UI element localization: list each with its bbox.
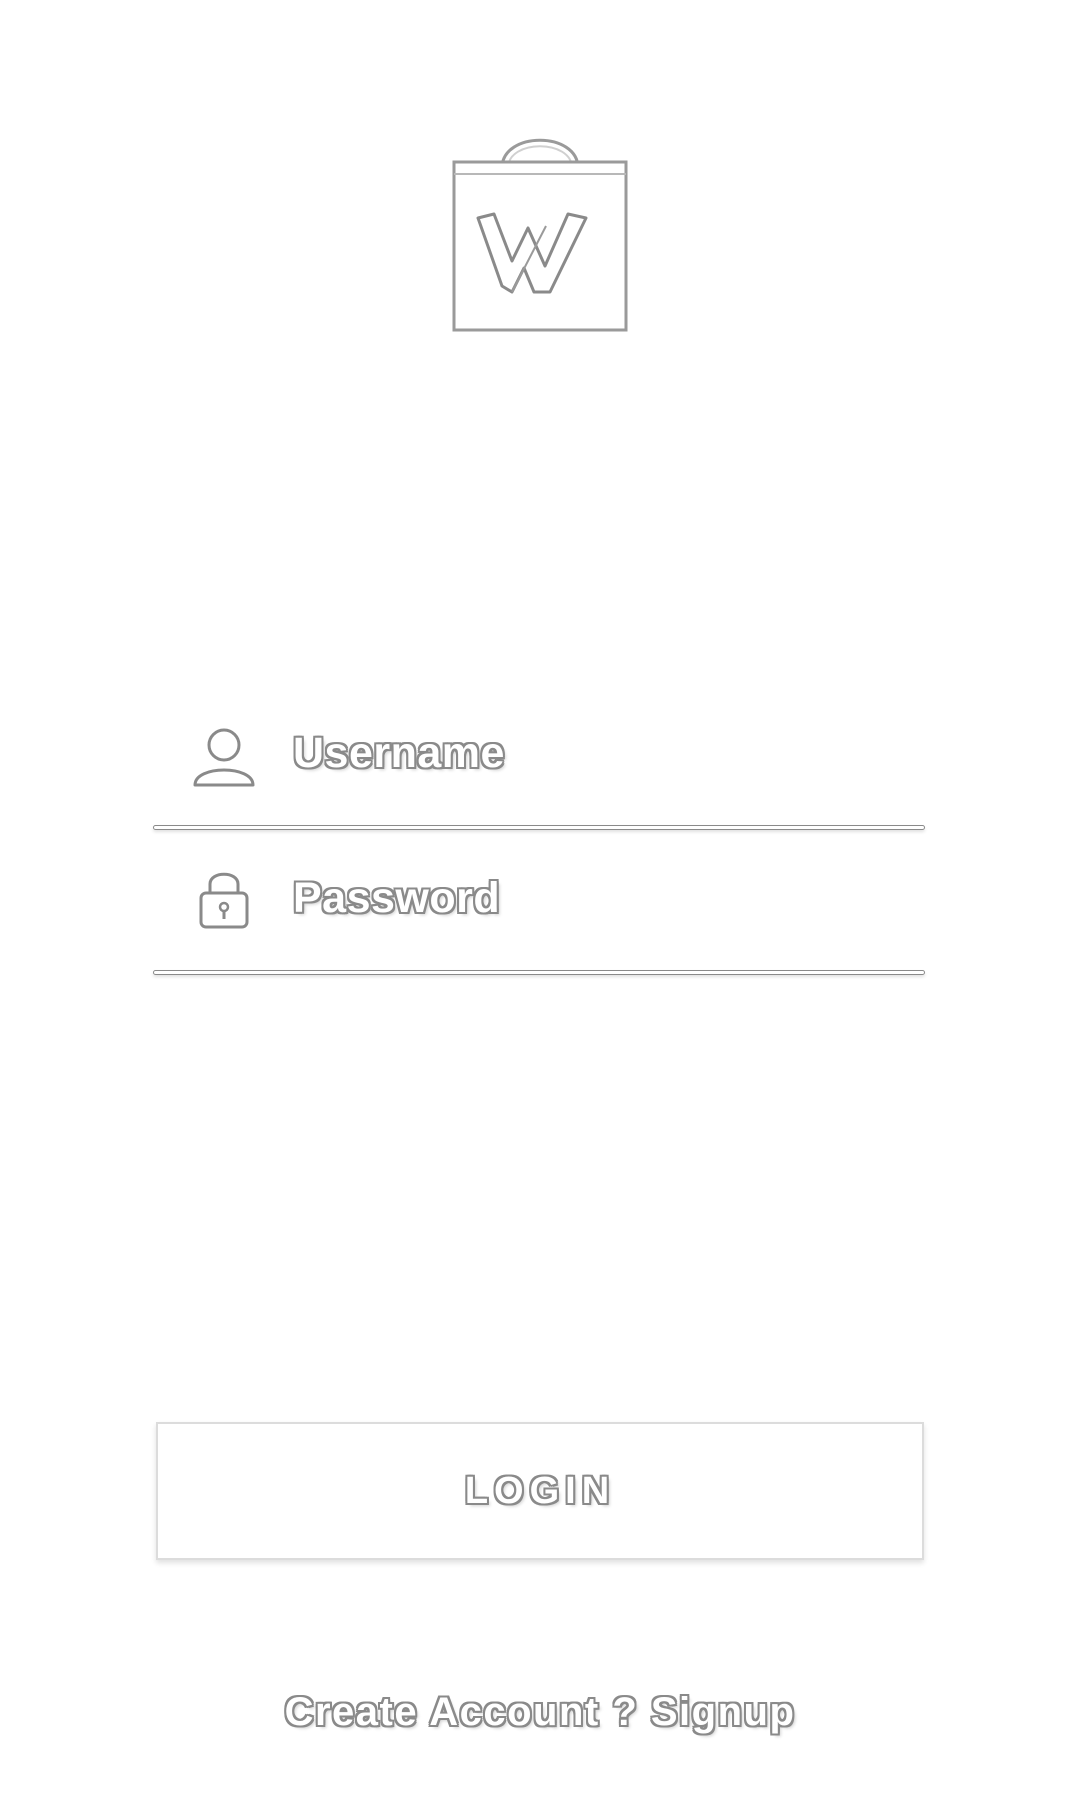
- username-underline: [153, 825, 925, 830]
- signup-link[interactable]: Create Account ? Signup: [0, 1690, 1080, 1735]
- shopping-bag-logo-icon: [450, 126, 630, 336]
- login-button[interactable]: LOGIN: [156, 1422, 924, 1560]
- password-input[interactable]: [293, 863, 913, 933]
- password-field: [153, 835, 925, 975]
- username-input[interactable]: [293, 718, 913, 788]
- user-icon: [193, 725, 255, 787]
- username-field: [153, 690, 925, 830]
- login-button-label: LOGIN: [464, 1469, 616, 1512]
- lock-icon: [193, 867, 255, 929]
- password-underline: [153, 970, 925, 975]
